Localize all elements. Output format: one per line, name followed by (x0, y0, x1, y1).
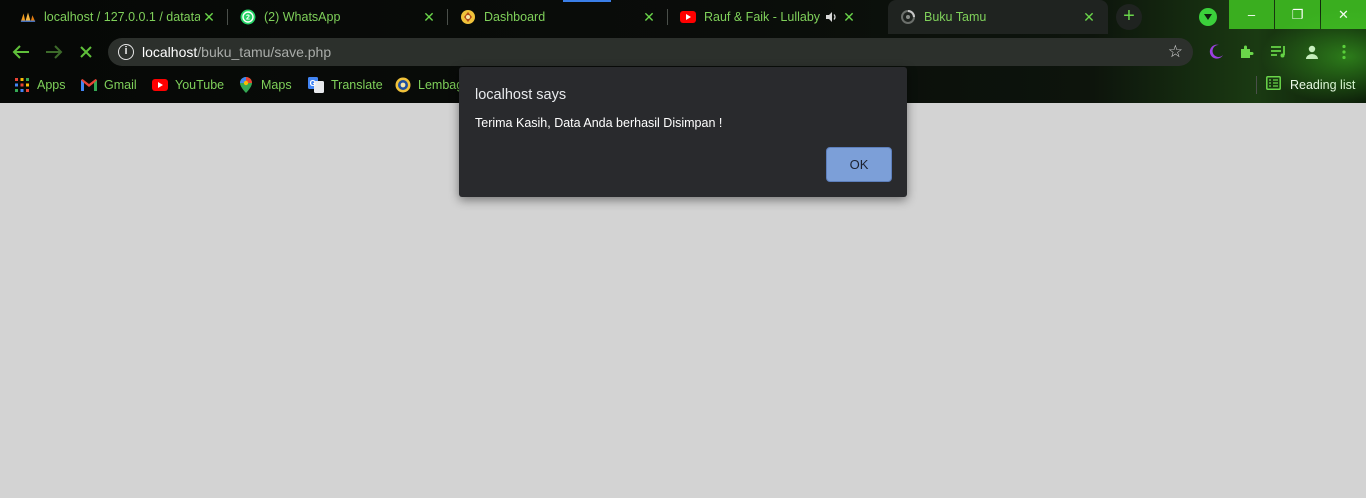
speaker-icon[interactable] (822, 11, 840, 23)
url-host: localhost (142, 44, 198, 60)
tab-title: Dashboard (484, 10, 546, 24)
site-info-icon[interactable]: i (118, 44, 134, 60)
bookmark-label: YouTube (175, 78, 225, 92)
close-tab-icon[interactable]: ✕ (200, 9, 218, 26)
lembaga-logo-icon (395, 77, 411, 93)
extensions-puzzle-icon[interactable] (1237, 42, 1257, 62)
tab-title: Rauf & Faik - Lullaby [1 hour] (704, 10, 822, 24)
url-text[interactable]: localhost/buku_tamu/save.php (142, 44, 331, 60)
bookmark-label: Maps (261, 78, 292, 92)
tab-title: Buku Tamu (924, 10, 987, 24)
back-icon[interactable] (9, 40, 33, 64)
close-tab-icon[interactable]: ✕ (1080, 9, 1098, 26)
close-tab-icon[interactable]: ✕ (840, 9, 858, 26)
dashboard-logo-icon (460, 9, 476, 25)
tab-title: (2) WhatsApp (264, 10, 341, 24)
bookmark-label: Apps (37, 78, 66, 92)
restore-button[interactable]: ❐ (1275, 0, 1320, 29)
whatsapp-icon: 2 (240, 9, 256, 25)
bookmark-maps[interactable]: Maps (238, 76, 292, 94)
dialog-title: localhost says (475, 87, 567, 103)
loading-spinner-icon (900, 9, 916, 25)
reading-list-label: Reading list (1290, 78, 1356, 92)
reading-list-icon (1266, 75, 1281, 95)
youtube-icon (680, 9, 696, 25)
close-tab-icon[interactable]: ✕ (420, 9, 438, 26)
close-tab-icon[interactable]: ✕ (640, 9, 658, 26)
svg-text:2: 2 (246, 15, 250, 22)
youtube-icon (152, 77, 168, 93)
alert-dialog: localhost says Terima Kasih, Data Anda b… (459, 67, 907, 197)
menu-kebab-icon[interactable] (1334, 42, 1354, 62)
tab-title: localhost / 127.0.0.1 / datatamu (44, 10, 200, 24)
address-bar[interactable]: i localhost/buku_tamu/save.php ☆ (108, 38, 1193, 66)
phpmyadmin-icon (20, 9, 36, 25)
maps-pin-icon (238, 77, 254, 93)
profile-icon[interactable] (1302, 42, 1322, 62)
translate-icon: G (308, 77, 324, 93)
gmail-icon (81, 77, 97, 93)
tab-phpmyadmin[interactable]: localhost / 127.0.0.1 / datatamu ✕ (8, 0, 228, 34)
bookmark-translate[interactable]: G Translate (308, 76, 383, 94)
dialog-message: Terima Kasih, Data Anda berhasil Disimpa… (475, 116, 723, 130)
bookmarks-divider (1256, 76, 1257, 94)
tab-youtube[interactable]: Rauf & Faik - Lullaby [1 hour] ✕ (668, 0, 888, 34)
svg-text:G: G (310, 79, 316, 88)
bookmark-label: Gmail (104, 78, 137, 92)
tab-whatsapp[interactable]: 2 (2) WhatsApp ✕ (228, 0, 448, 34)
tab-buku-tamu[interactable]: Buku Tamu ✕ (888, 0, 1108, 34)
bookmark-apps[interactable]: Apps (14, 76, 66, 94)
media-control-icon[interactable] (1269, 42, 1289, 62)
bookmark-gmail[interactable]: Gmail (81, 76, 137, 94)
ok-button[interactable]: OK (826, 147, 892, 182)
bookmark-star-icon[interactable]: ☆ (1168, 42, 1183, 62)
reading-list-button[interactable]: Reading list (1266, 75, 1356, 95)
bookmark-label: Translate (331, 78, 383, 92)
chrome-update-icon[interactable] (1199, 8, 1217, 26)
tab-strip: localhost / 127.0.0.1 / datatamu ✕ 2 (2)… (0, 0, 1366, 34)
url-path: /buku_tamu/save.php (197, 44, 332, 60)
apps-grid-icon (14, 77, 30, 93)
forward-icon[interactable] (42, 40, 66, 64)
new-tab-button[interactable]: + (1116, 4, 1142, 30)
bookmark-youtube[interactable]: YouTube (152, 76, 224, 94)
dark-mode-moon-icon[interactable] (1206, 42, 1226, 62)
minimize-button[interactable]: – (1229, 0, 1274, 29)
tab-dashboard[interactable]: Dashboard ✕ (448, 0, 668, 34)
close-window-button[interactable]: ✕ (1321, 0, 1366, 29)
stop-loading-icon[interactable] (74, 40, 98, 64)
